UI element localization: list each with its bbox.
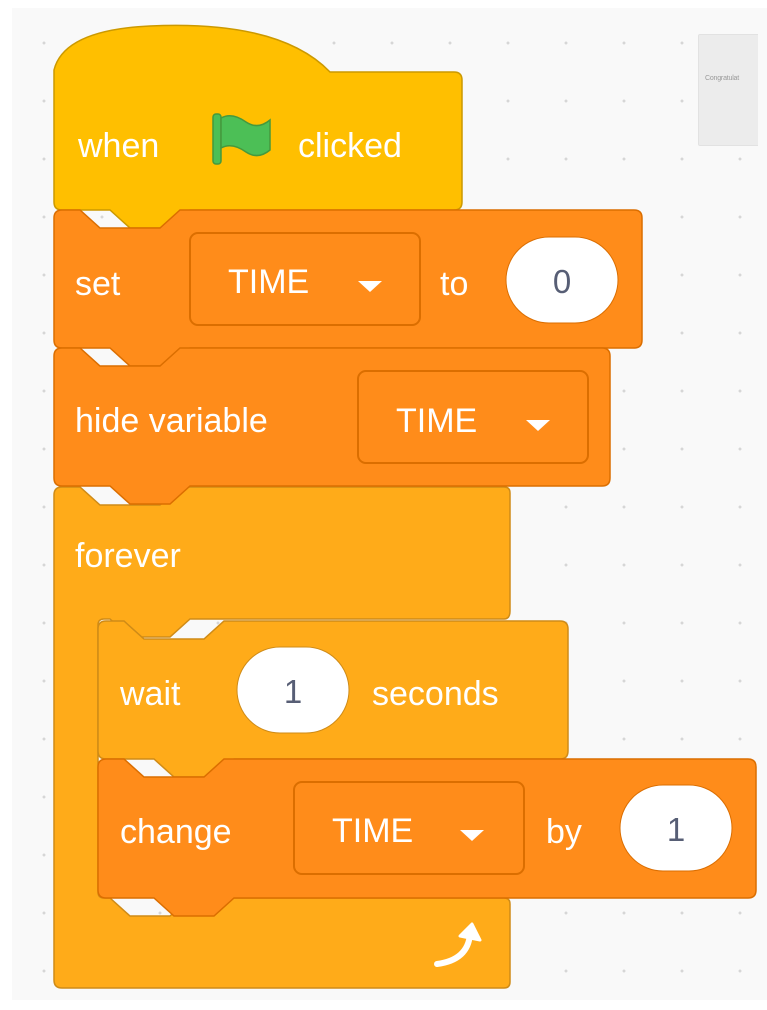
variable-dropdown-text: TIME (332, 812, 413, 850)
wait-label: wait (119, 675, 181, 713)
change-amount-input-text: 1 (667, 811, 685, 848)
value-input-text: 0 (553, 263, 571, 300)
variable-dropdown[interactable]: TIME (189, 232, 421, 326)
forever-label: forever (75, 537, 181, 575)
hat-text-clicked: clicked (298, 127, 402, 165)
hat-text-when: when (77, 127, 159, 165)
wait-seconds-block[interactable]: wait 1 seconds (97, 620, 569, 778)
hide-variable-label: hide variable (75, 402, 268, 440)
change-by-label: by (546, 813, 582, 851)
script-stack: forever when clicked set TIME to 0 hide … (53, 24, 757, 989)
change-variable-block[interactable]: change TIME by 1 (97, 758, 757, 917)
variable-dropdown[interactable]: TIME (357, 370, 589, 464)
variable-dropdown-text: TIME (228, 263, 309, 301)
variable-dropdown[interactable]: TIME (293, 781, 525, 875)
when-flag-clicked-block[interactable]: when clicked (53, 24, 463, 229)
variable-dropdown-text: TIME (396, 402, 477, 440)
set-variable-block[interactable]: set TIME to 0 (53, 209, 643, 367)
value-input[interactable]: 0 (505, 236, 619, 324)
seconds-input[interactable]: 1 (236, 646, 350, 734)
set-label: set (75, 265, 121, 303)
seconds-input-text: 1 (284, 673, 302, 710)
seconds-label: seconds (372, 675, 499, 713)
set-to-label: to (440, 265, 468, 303)
hide-variable-block[interactable]: hide variable TIME (53, 347, 611, 505)
change-amount-input[interactable]: 1 (619, 784, 733, 872)
change-label: change (120, 813, 232, 851)
